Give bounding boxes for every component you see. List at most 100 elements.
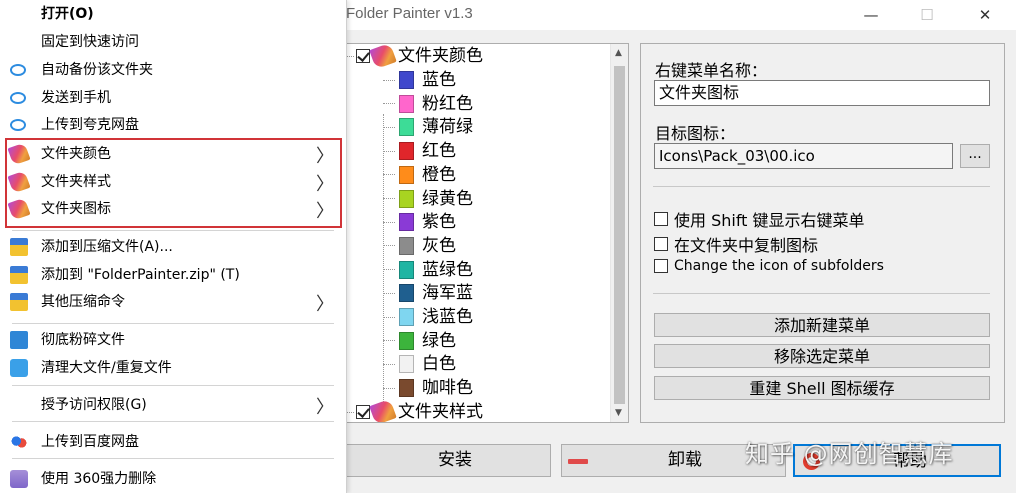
tree-item-color[interactable]: 红色 — [383, 139, 456, 163]
tree-item-color[interactable]: 紫色 — [383, 210, 456, 234]
tree-item-color[interactable]: 浅蓝色 — [383, 305, 473, 329]
menu-item[interactable]: 打开(O) — [0, 0, 346, 28]
color-tree[interactable]: 文件夹颜色 蓝色粉红色薄荷绿 红色 橙色绿黄色 紫色 灰色 蓝绿色 海军蓝 浅蓝色绿色白色咖啡… — [337, 43, 629, 423]
tree-item-label: 灰色 — [422, 235, 456, 256]
tree-item-label: 粉红色 — [422, 93, 473, 114]
menu-item-label: 上传到夸克网盘 — [41, 117, 139, 133]
scroll-up-icon[interactable]: ▲ — [615, 48, 622, 58]
menu-item[interactable]: 添加到压缩文件(A)... — [0, 233, 346, 261]
color-swatch-icon — [399, 284, 414, 303]
browse-button[interactable]: ... — [960, 144, 990, 168]
tree-node-folder-color[interactable]: 文件夹颜色 — [346, 44, 483, 70]
color-swatch-icon — [399, 260, 414, 279]
shift-menu-checkbox[interactable]: 使用 Shift 键显示右键菜单 — [654, 207, 865, 231]
tree-connector — [346, 411, 354, 413]
color-swatch-icon — [399, 71, 414, 89]
tree-item-color[interactable]: 粉红色 — [383, 92, 473, 116]
color-swatch-icon — [399, 236, 414, 255]
menu-separator — [12, 385, 334, 386]
tree-item-color[interactable]: 蓝绿色 — [383, 258, 473, 282]
menu-item[interactable]: 使用 360强力删除 — [0, 465, 346, 493]
tree-node-folder-style[interactable]: 文件夹样式 — [346, 398, 483, 422]
tree-connector — [383, 103, 395, 105]
menu-item-label: 其他压缩命令 — [41, 294, 125, 310]
subfolders-checkbox[interactable]: Change the icon of subfolders — [654, 258, 884, 274]
copy-icon-checkbox[interactable]: 在文件夹中复制图标 — [654, 232, 818, 256]
tree-checkbox[interactable] — [356, 49, 370, 63]
add-menu-button[interactable]: 添加新建菜单 — [654, 313, 990, 337]
menu-item[interactable]: 添加到 "FolderPainter.zip" (T) — [0, 261, 346, 289]
menu-item[interactable]: 发送到手机 — [0, 84, 346, 112]
tree-connector — [383, 269, 395, 271]
menu-item[interactable]: 上传到夸克网盘 — [0, 111, 346, 139]
tree-item-color[interactable]: 咖啡色 — [383, 376, 473, 400]
tree-item-color[interactable]: 绿色 — [383, 329, 456, 353]
brush-icon — [369, 44, 397, 70]
tree-scrollbar[interactable]: ▲ ▼ — [610, 44, 628, 422]
menu-item[interactable]: 自动备份该文件夹 — [0, 56, 346, 84]
tree-connector — [383, 363, 395, 365]
tree-checkbox[interactable] — [356, 405, 370, 419]
maximize-button[interactable]: ☐ — [904, 0, 950, 30]
zip-icon — [10, 266, 28, 284]
tree-connector — [383, 387, 395, 389]
tree-item-color[interactable]: 灰色 — [383, 234, 456, 258]
menu-separator — [12, 421, 334, 422]
rebuild-cache-button[interactable]: 重建 Shell 图标缓存 — [654, 376, 990, 400]
tree-connector — [383, 79, 395, 81]
menu-item[interactable]: 固定到快速访问 — [0, 28, 346, 56]
chevron-right-icon: 〉 — [316, 397, 334, 418]
menu-item[interactable]: 清理大文件/重复文件 — [0, 354, 346, 382]
baidu-icon — [10, 433, 28, 451]
install-label: 安装 — [438, 450, 472, 470]
color-swatch-icon — [399, 142, 414, 161]
tree-item-label: 浅蓝色 — [422, 307, 473, 327]
tree-item-label: 绿黄色 — [422, 188, 473, 209]
watermark: 知乎 @网创智慧库 — [745, 440, 954, 468]
tree-item-color[interactable]: 薄荷绿 — [383, 115, 473, 139]
menu-item[interactable]: 上传到百度网盘 — [0, 428, 346, 456]
tree-item-label: 白色 — [422, 354, 456, 375]
tree-item-label: 绿色 — [422, 330, 456, 351]
color-swatch-icon — [399, 213, 414, 232]
tree-item-color[interactable]: 绿黄色 — [383, 187, 473, 211]
clean-icon — [10, 359, 28, 377]
tree-item-label: 橙色 — [422, 164, 456, 185]
tree-item-color[interactable]: 橙色 — [383, 163, 456, 187]
minus-icon — [568, 459, 588, 464]
chevron-right-icon: 〉 — [316, 294, 334, 315]
tree-item-label: 薄荷绿 — [422, 117, 473, 138]
cloud-icon — [10, 92, 26, 104]
menu-separator — [12, 458, 334, 459]
scroll-down-icon[interactable]: ▼ — [615, 408, 622, 418]
menu-item-label: 添加到压缩文件(A)... — [41, 239, 173, 255]
color-swatch-icon — [399, 189, 414, 208]
install-button[interactable]: 安装 — [337, 444, 551, 477]
color-swatch-icon — [399, 165, 414, 184]
tree-item-color[interactable]: 海军蓝 — [383, 281, 473, 305]
color-swatch-icon — [399, 118, 414, 137]
minimize-button[interactable]: — — [848, 0, 894, 30]
menu-name-input[interactable]: 文件夹图标 — [654, 80, 990, 106]
close-button[interactable]: ✕ — [962, 0, 1008, 30]
scroll-thumb[interactable] — [614, 66, 625, 404]
checkbox[interactable] — [654, 237, 668, 251]
tree-item-color[interactable]: 蓝色 — [383, 68, 456, 92]
cloud-icon — [10, 119, 26, 131]
tree-item-label: 蓝色 — [422, 70, 456, 90]
target-icon-input[interactable]: Icons\Pack_03\00.ico — [654, 143, 953, 169]
menu-item-label: 添加到 "FolderPainter.zip" (T) — [41, 267, 240, 283]
menu-item[interactable]: 其他压缩命令 〉 — [0, 288, 346, 316]
checkbox[interactable] — [654, 259, 668, 273]
tree-item-color[interactable]: 白色 — [383, 352, 456, 376]
tree-connector — [383, 198, 395, 199]
zip-icon — [10, 238, 28, 256]
remove-menu-button[interactable]: 移除选定菜单 — [654, 344, 990, 368]
tree-item-label: 咖啡色 — [422, 378, 473, 399]
menu-item[interactable]: 授予访问权限(G) 〉 — [0, 391, 346, 419]
menu-item-label: 彻底粉碎文件 — [41, 332, 125, 348]
menu-item[interactable]: 彻底粉碎文件 — [0, 326, 346, 354]
checkbox[interactable] — [654, 212, 668, 226]
color-swatch-icon — [399, 355, 414, 374]
360-icon — [10, 470, 28, 488]
